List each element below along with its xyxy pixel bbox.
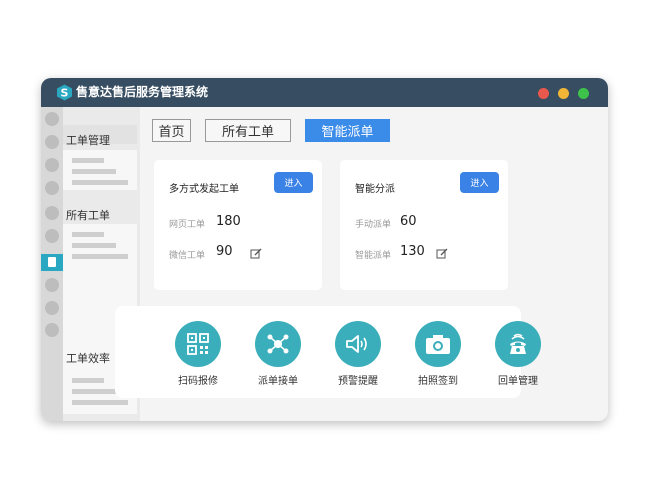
tab-smart-dispatch[interactable]: 智能派单 xyxy=(305,119,390,142)
nav-placeholder-card xyxy=(63,150,137,190)
qr-code-icon xyxy=(175,321,221,367)
placeholder-line xyxy=(72,254,128,259)
telephone-icon xyxy=(495,321,541,367)
speaker-icon xyxy=(335,321,381,367)
network-nodes-icon xyxy=(255,321,301,367)
tool-photo-checkin[interactable]: 拍照签到 xyxy=(408,321,468,387)
sidebar-placeholder-icon[interactable] xyxy=(45,135,59,149)
placeholder-line xyxy=(72,169,116,174)
placeholder-line xyxy=(72,158,104,163)
stat-label: 微信工单 xyxy=(169,251,206,261)
stat-value: 60 xyxy=(400,214,417,229)
stat-value: 130 xyxy=(400,244,425,259)
placeholder-line xyxy=(72,232,104,237)
stat-label: 手动派单 xyxy=(355,220,392,230)
card-title: 智能分派 xyxy=(355,184,395,195)
tool-label: 回单管理 xyxy=(498,376,538,387)
card-smart-assign: 智能分派 进入 手动派单 60 智能派单 130 xyxy=(340,160,508,290)
tab-all-orders[interactable]: 所有工单 xyxy=(205,119,291,142)
enter-button[interactable]: 进入 xyxy=(460,172,499,193)
placeholder-line xyxy=(72,400,128,405)
sidebar-placeholder-icon[interactable] xyxy=(45,181,59,195)
quick-tools-panel: 扫码报修 派单接单 预警提醒 拍照签到 回单管理 xyxy=(115,306,541,398)
stat-label: 智能派单 xyxy=(355,251,392,261)
placeholder-line xyxy=(72,378,104,383)
tool-alert[interactable]: 预警提醒 xyxy=(328,321,388,387)
sidebar-placeholder-icon[interactable] xyxy=(45,206,59,220)
placeholder-line xyxy=(72,243,116,248)
tool-label: 扫码报修 xyxy=(178,376,218,387)
close-button[interactable] xyxy=(538,88,549,99)
camera-icon xyxy=(415,321,461,367)
stat-label: 网页工单 xyxy=(169,220,206,230)
sidebar-placeholder-icon[interactable] xyxy=(45,301,59,315)
app-title: 售意达售后服务管理系统 xyxy=(76,85,209,99)
sidebar-placeholder-icon[interactable] xyxy=(45,323,59,337)
sidebar-placeholder-icon[interactable] xyxy=(45,229,59,243)
app-logo-icon: S xyxy=(57,84,72,101)
edit-icon[interactable] xyxy=(436,248,448,260)
tab-home[interactable]: 首页 xyxy=(152,119,191,142)
placeholder-line xyxy=(72,180,128,185)
sidebar-active-item[interactable] xyxy=(41,254,63,271)
icon-sidebar xyxy=(41,107,63,421)
stat-value: 90 xyxy=(216,244,233,259)
tool-label: 派单接单 xyxy=(258,376,298,387)
tool-scan-repair[interactable]: 扫码报修 xyxy=(168,321,228,387)
sidebar-placeholder-icon[interactable] xyxy=(45,158,59,172)
stat-value: 180 xyxy=(216,214,241,229)
tool-label: 预警提醒 xyxy=(338,376,378,387)
svg-text:S: S xyxy=(61,87,69,100)
document-icon xyxy=(48,257,56,267)
sidebar-placeholder-icon[interactable] xyxy=(45,278,59,292)
tool-dispatch[interactable]: 派单接单 xyxy=(248,321,308,387)
enter-button[interactable]: 进入 xyxy=(274,172,313,193)
minimize-button[interactable] xyxy=(558,88,569,99)
sidebar-placeholder-icon[interactable] xyxy=(45,112,59,126)
card-title: 多方式发起工单 xyxy=(169,184,239,195)
tool-label: 拍照签到 xyxy=(418,376,458,387)
nav-section-all-orders[interactable]: 所有工单 xyxy=(66,207,110,223)
tool-receipt-management[interactable]: 回单管理 xyxy=(488,321,548,387)
nav-section-efficiency[interactable]: 工单效率 xyxy=(66,350,110,366)
edit-icon[interactable] xyxy=(250,248,262,260)
card-multi-channel-orders: 多方式发起工单 进入 网页工单 180 微信工单 90 xyxy=(154,160,322,290)
title-bar: S 售意达售后服务管理系统 xyxy=(41,78,608,107)
maximize-button[interactable] xyxy=(578,88,589,99)
placeholder-line xyxy=(72,389,116,394)
nav-section-work-orders[interactable]: 工单管理 xyxy=(66,132,110,148)
